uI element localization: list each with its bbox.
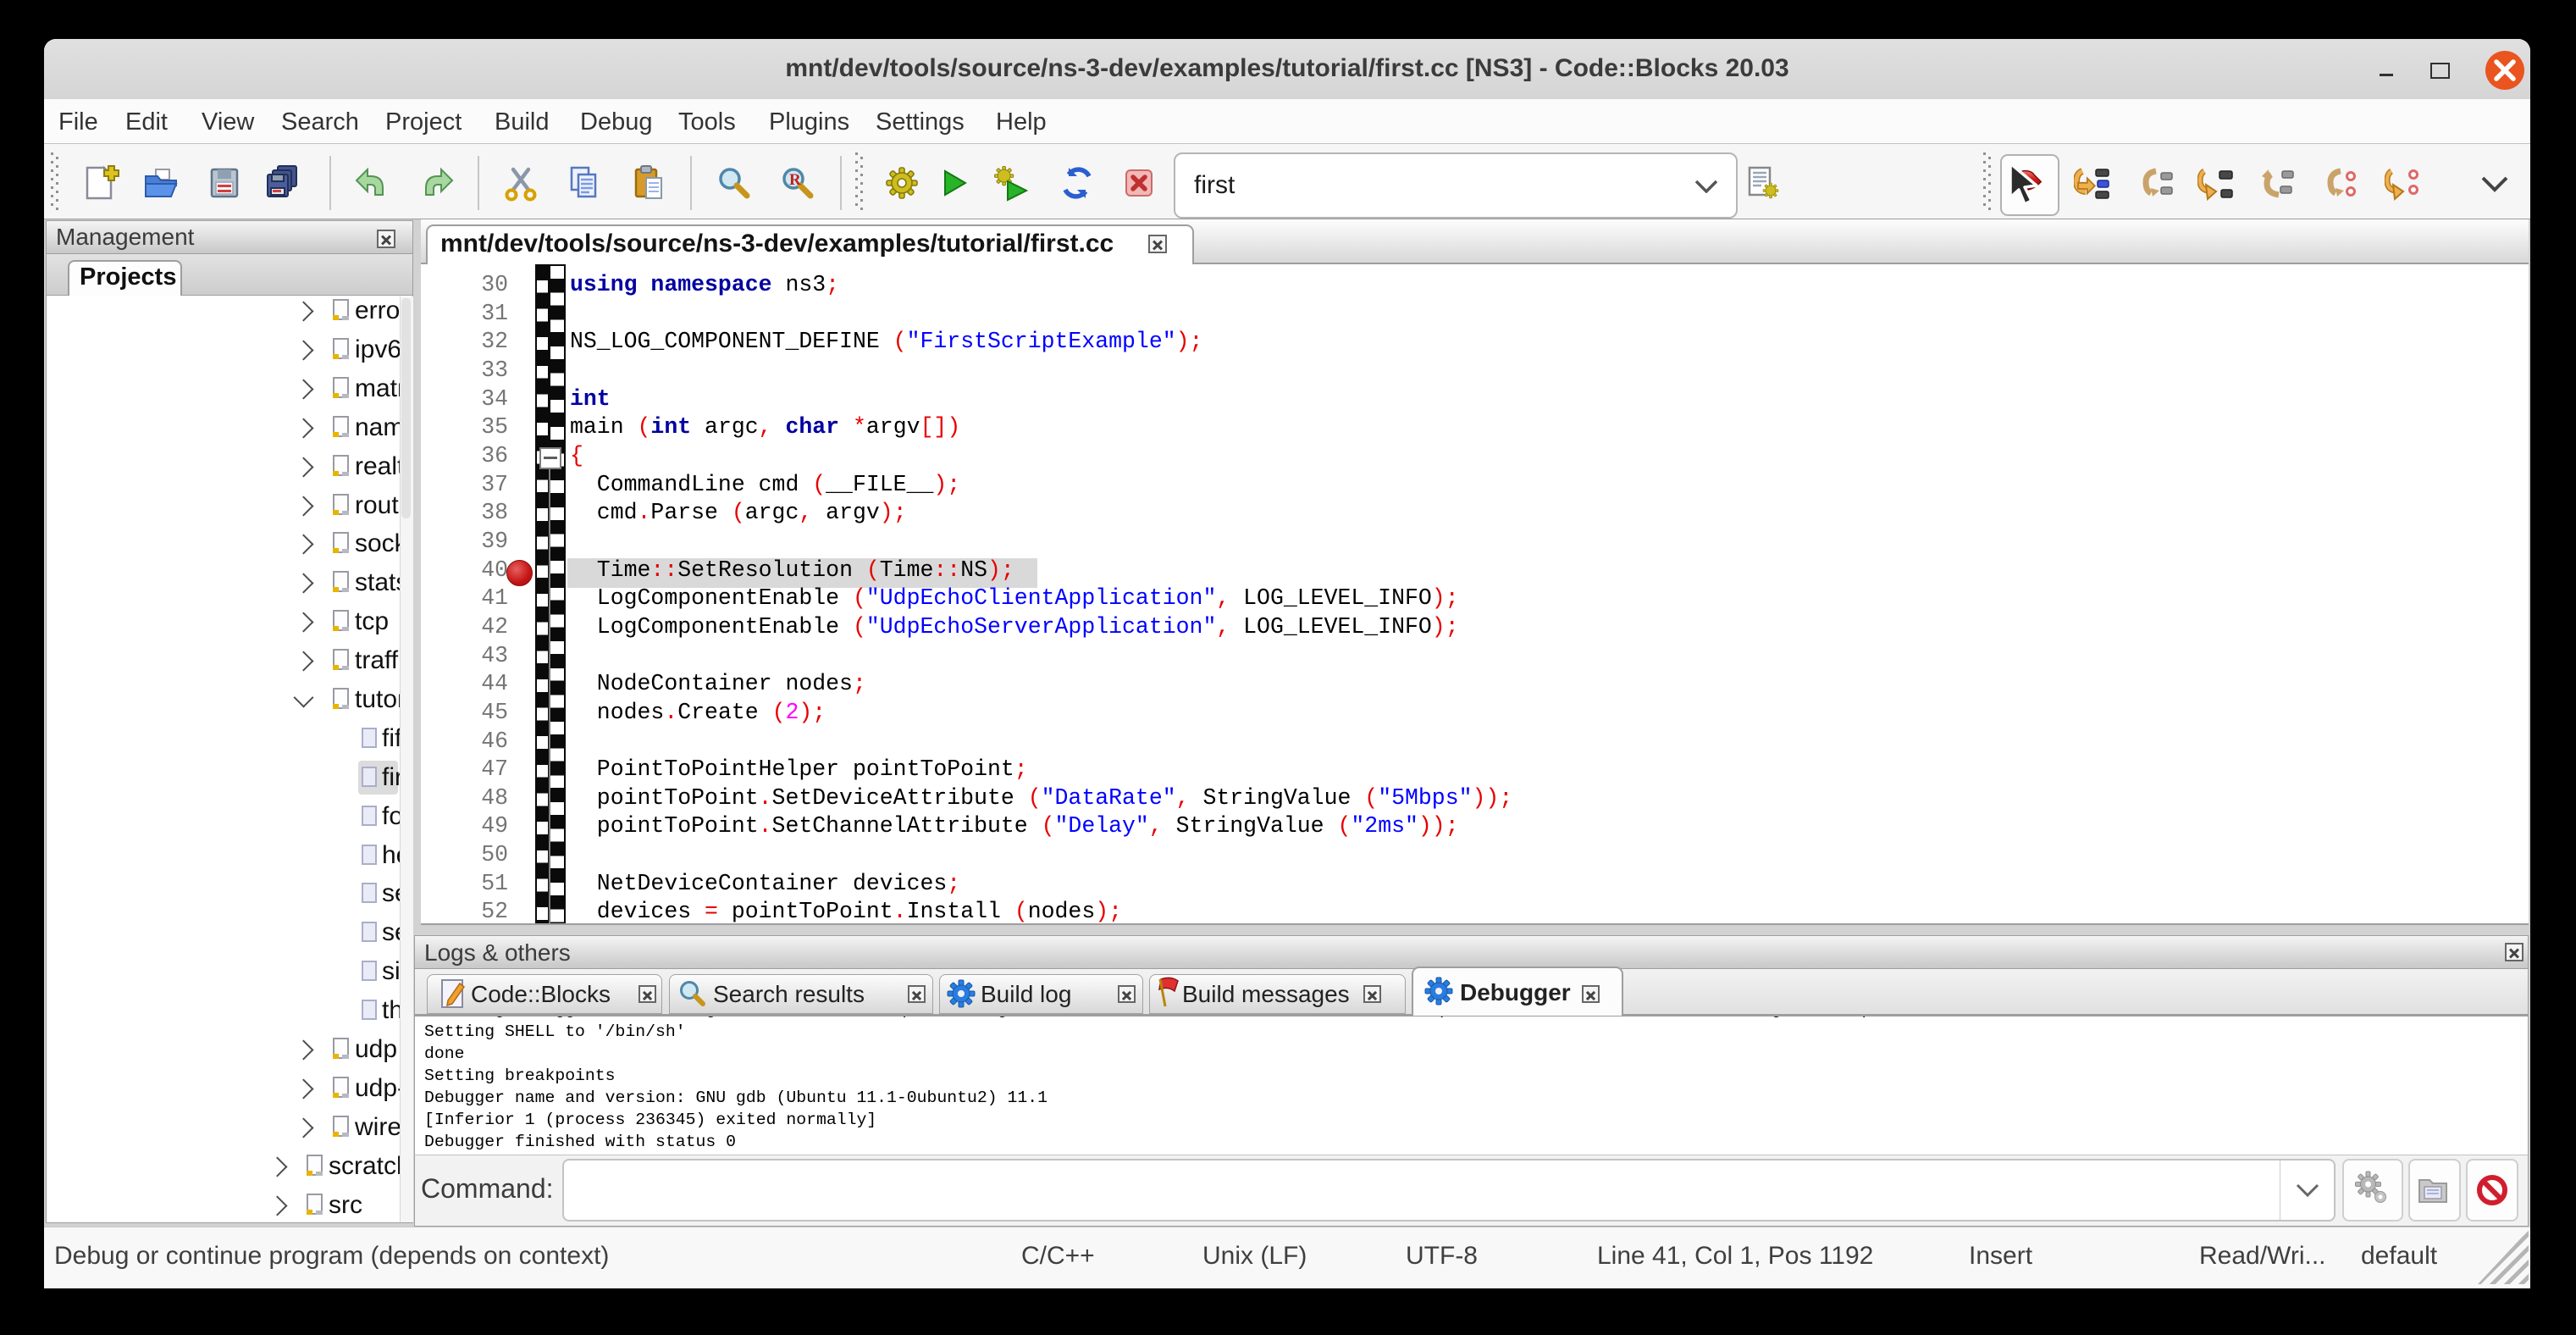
svg-text:R: R bbox=[789, 171, 801, 189]
